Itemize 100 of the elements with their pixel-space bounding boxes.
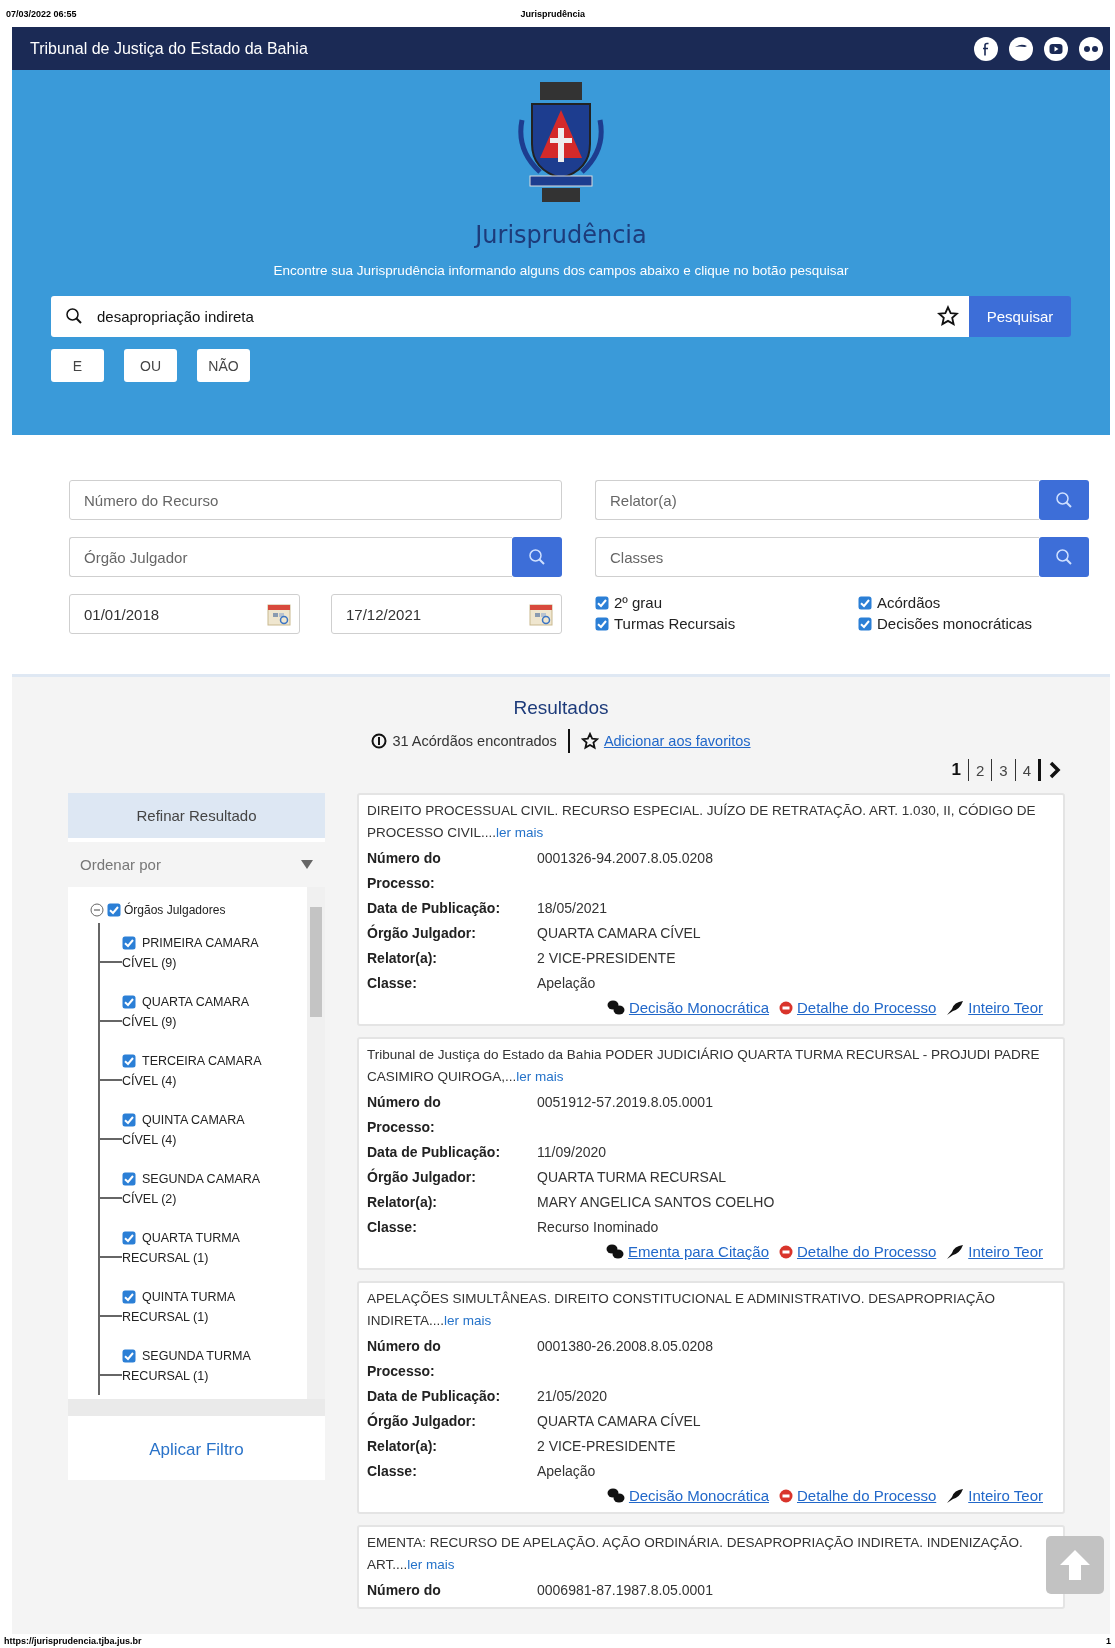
field-value: 2 VICE-PRESIDENTE: [537, 1437, 676, 1456]
result-link[interactable]: Inteiro Teor: [968, 1240, 1043, 1264]
tree-item[interactable]: SEGUNDA TURMA RECURSAL (1): [122, 1346, 272, 1386]
tree-item[interactable]: PRIMEIRA CAMARA CÍVEL (9): [122, 933, 272, 973]
quill-icon: [946, 1488, 965, 1504]
result-link[interactable]: Inteiro Teor: [968, 996, 1043, 1020]
operator-button[interactable]: OU: [124, 349, 177, 382]
result-link[interactable]: Detalhe do Processo: [797, 1484, 937, 1508]
scrollbar[interactable]: [307, 887, 325, 1399]
operator-button[interactable]: E: [51, 349, 104, 382]
favorites-link[interactable]: Adicionar aos favoritos: [603, 733, 751, 749]
checkbox[interactable]: [122, 1054, 136, 1068]
tree-item[interactable]: QUARTA CAMARA CÍVEL (9): [122, 992, 272, 1032]
read-more-link[interactable]: ler mais: [516, 1069, 564, 1084]
sort-dropdown[interactable]: Ordenar por: [68, 842, 325, 887]
tree-item[interactable]: QUINTA TURMA RECURSAL (1): [122, 1287, 272, 1327]
search-button[interactable]: [1039, 537, 1089, 577]
result-link[interactable]: Decisão Monocrática: [628, 1484, 769, 1508]
field-label: Relator(a):: [367, 1193, 438, 1212]
speech-bubbles-icon: [606, 1488, 625, 1504]
field-value: QUARTA CAMARA CÍVEL: [537, 1412, 701, 1431]
field-value: 0051912-57.2019.8.05.0001: [537, 1093, 713, 1112]
page-link[interactable]: 3: [999, 761, 1008, 779]
tree-item[interactable]: SEGUNDA CAMARA CÍVEL (2): [122, 1169, 272, 1209]
page-subtitle: Encontre sua Jurisprudência informando alguns dos campos abaixo e clique no botão pesquisar: [273, 263, 849, 278]
field-value: 2 VICE-PRESIDENTE: [537, 949, 676, 968]
search-button[interactable]: [1039, 480, 1089, 520]
read-more-link[interactable]: ler mais: [444, 1313, 492, 1328]
summary-text: DIREITO PROCESSUAL CIVIL. RECURSO ESPECIAL. JUÍZO DE RETRATAÇÃO. ART. 1.030, II, CÓDIGO DE PROCESSO CIVIL....ler mais: [367, 802, 1037, 842]
read-more-link[interactable]: ler mais: [496, 825, 544, 840]
letter-f-icon[interactable]: [973, 35, 999, 62]
result-link[interactable]: Detalhe do Processo: [797, 1240, 937, 1264]
star-icon[interactable]: [937, 305, 959, 327]
print-url: https://jurisprudencia.tjba.jus.br: [4, 1636, 142, 1646]
calendar-icon[interactable]: [528, 601, 554, 627]
calendar-icon[interactable]: [266, 601, 292, 627]
no-entry-icon: [779, 1245, 793, 1259]
results-count: 31 Acórdãos encontrados: [392, 733, 557, 749]
checkbox[interactable]: [858, 595, 872, 610]
field-value: 0001326-94.2007.8.05.0208: [537, 849, 713, 868]
checkbox[interactable]: [122, 936, 136, 950]
field-value: 11/09/2020: [537, 1143, 607, 1162]
play-icon[interactable]: [1043, 35, 1069, 62]
results-title: Resultados: [512, 697, 610, 719]
field-value: QUARTA TURMA RECURSAL: [537, 1168, 727, 1187]
field-label: Classe:: [367, 1218, 418, 1237]
date-field[interactable]: 17/12/2021: [331, 594, 562, 634]
field-label: Número do Processo:: [367, 1093, 442, 1137]
result-link[interactable]: Inteiro Teor: [968, 1484, 1043, 1508]
caret-icon: [301, 859, 313, 870]
print-page-number: 1: [1106, 1636, 1111, 1646]
tree-item[interactable]: QUARTA TURMA RECURSAL (1): [122, 1228, 272, 1268]
result-link[interactable]: Ementa para Citação: [628, 1240, 769, 1264]
field-value: 0006981-87.1987.8.05.0001: [537, 1581, 713, 1600]
tree-item[interactable]: QUINTA CAMARA CÍVEL (4): [122, 1110, 272, 1150]
field-value: 21/05/2020: [537, 1387, 608, 1406]
search-field[interactable]: desapropriação indireta: [51, 296, 969, 337]
collapse-icon[interactable]: [90, 903, 104, 917]
search-icon: [1055, 548, 1073, 566]
field-label: Classe:: [367, 1462, 418, 1481]
date-field[interactable]: 01/01/2018: [69, 594, 300, 634]
field-value: MARY ANGELICA SANTOS COELHO: [537, 1193, 775, 1212]
checkbox[interactable]: [858, 616, 872, 631]
field-value: Apelação: [537, 974, 596, 993]
field-label: Número do: [367, 1581, 442, 1600]
lookup-field[interactable]: Classes: [595, 537, 1039, 577]
page-link[interactable]: 4: [1022, 761, 1031, 779]
field-value: 18/05/2021: [537, 899, 608, 918]
search-icon: [1055, 491, 1073, 509]
checkbox[interactable]: [122, 995, 136, 1009]
checkbox-label: Turmas Recursais: [614, 615, 736, 632]
search-button[interactable]: Pesquisar: [969, 296, 1071, 337]
page-link[interactable]: 2: [975, 761, 985, 779]
checkbox-label: Decisões monocráticas: [877, 615, 1033, 632]
no-entry-icon: [779, 1489, 793, 1503]
search-icon: [65, 307, 83, 325]
field-label: Órgão Julgador:: [367, 1167, 477, 1187]
checkbox[interactable]: [122, 1349, 136, 1363]
checkbox[interactable]: [122, 1172, 136, 1186]
next-icon[interactable]: [1048, 761, 1062, 779]
text-field[interactable]: Número do Recurso: [69, 480, 562, 520]
checkbox[interactable]: [122, 1113, 136, 1127]
read-more-link[interactable]: ler mais: [407, 1557, 455, 1572]
lookup-field[interactable]: Relator(a): [595, 480, 1039, 520]
result-link[interactable]: Detalhe do Processo: [797, 996, 937, 1020]
two-dots-icon[interactable]: [1078, 35, 1104, 62]
tree-item[interactable]: TERCEIRA CAMARA CÍVEL (4): [122, 1051, 272, 1091]
operator-button[interactable]: NÃO: [197, 349, 250, 382]
lookup-field[interactable]: Órgão Julgador: [69, 537, 512, 577]
field-label: Data de Publicação:: [367, 899, 502, 918]
result-link[interactable]: Decisão Monocrática: [628, 996, 769, 1020]
checkbox[interactable]: [122, 1231, 136, 1245]
apply-filter-link[interactable]: Aplicar Filtro: [68, 1440, 325, 1460]
checkbox[interactable]: [595, 616, 609, 631]
checkbox[interactable]: [122, 1290, 136, 1304]
checkbox[interactable]: [595, 595, 609, 610]
checkbox[interactable]: [107, 903, 121, 917]
search-button[interactable]: [512, 537, 562, 577]
page-link[interactable]: 1: [951, 760, 961, 780]
field-label: Data de Publicação:: [367, 1143, 502, 1162]
